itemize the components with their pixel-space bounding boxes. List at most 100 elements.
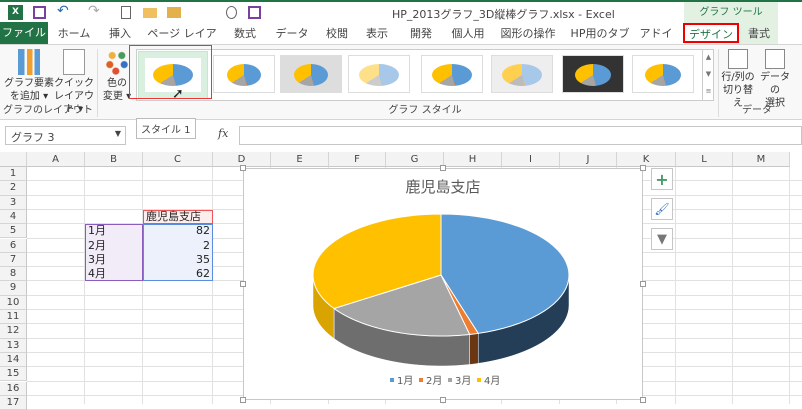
name-box[interactable]: グラフ 3 ▼ [5, 126, 126, 145]
group-label-layout: グラフのレイアウト [3, 105, 93, 116]
category-cell[interactable]: 2月 [85, 239, 109, 253]
color-palette-icon [105, 49, 129, 75]
column-header[interactable]: L [676, 152, 733, 167]
row-header[interactable]: 12 [0, 324, 27, 339]
resize-handle[interactable] [240, 281, 246, 287]
row-header[interactable]: 11 [0, 310, 27, 325]
new-file-icon[interactable] [121, 6, 131, 19]
resize-handle[interactable] [640, 397, 646, 403]
tooltip: スタイル 1 [136, 118, 196, 139]
add-chart-element-button[interactable]: グラフ要素 を追加 ▾ [2, 49, 56, 103]
chart-style-5-thumb[interactable] [421, 55, 483, 93]
value-cell[interactable]: 35 [143, 253, 213, 267]
resize-handle[interactable] [440, 397, 446, 403]
formula-input[interactable] [239, 126, 802, 145]
category-cell[interactable]: 4月 [85, 267, 109, 281]
chart-style-3-thumb[interactable] [280, 55, 342, 93]
row-header[interactable]: 5 [0, 224, 27, 239]
tab-view[interactable]: 表示 [360, 24, 394, 44]
value-cell[interactable]: 82 [143, 224, 213, 238]
save-icon[interactable] [33, 6, 46, 19]
column-header[interactable]: B [85, 152, 143, 167]
tab-developer[interactable]: 開発 [404, 24, 438, 44]
chart-title[interactable]: 鹿児島支店 [405, 178, 480, 196]
tab-hp[interactable]: HP用のタブ [567, 24, 633, 44]
row-header[interactable]: 4 [0, 209, 27, 225]
value-cell[interactable]: 2 [143, 239, 213, 253]
chart-style-6-thumb[interactable] [491, 55, 553, 93]
gallery-scroll-buttons[interactable]: ▲ ▼ ≡ [702, 49, 714, 101]
legend-label[interactable]: 3月 [455, 375, 471, 387]
tab-design[interactable]: デザイン [683, 23, 739, 43]
folder-icon[interactable] [167, 7, 181, 18]
chart-style-4-thumb[interactable] [348, 55, 410, 93]
tab-home[interactable]: ホーム [54, 24, 94, 44]
tab-formulas[interactable]: 数式 [228, 24, 262, 44]
tab-page-layout[interactable]: ページ レイアウト [146, 24, 218, 60]
legend-label[interactable]: 4月 [484, 375, 500, 387]
column-header[interactable]: G [386, 152, 444, 167]
row-header[interactable]: 15 [0, 367, 27, 382]
redo-icon[interactable]: ↷ [88, 3, 100, 19]
tab-data[interactable]: データ [272, 24, 312, 44]
value-cell[interactable]: 62 [143, 267, 213, 281]
row-header[interactable]: 14 [0, 352, 27, 368]
cell-c4[interactable]: 鹿児島支店 [143, 210, 204, 224]
tab-format[interactable]: 書式 [742, 24, 776, 44]
chart-styles-button[interactable]: 🖌 [651, 198, 673, 220]
resize-handle[interactable] [640, 165, 646, 171]
resize-handle[interactable] [440, 165, 446, 171]
row-header[interactable]: 8 [0, 267, 27, 282]
tab-insert[interactable]: 挿入 [103, 24, 137, 44]
legend-label[interactable]: 1月 [397, 375, 413, 387]
row-header[interactable]: 6 [0, 238, 27, 253]
group-label-data: データ [742, 105, 772, 116]
chart-style-2-thumb[interactable] [213, 55, 275, 93]
chart-style-8-thumb[interactable] [632, 55, 694, 93]
column-header[interactable]: J [560, 152, 617, 167]
resize-handle[interactable] [240, 165, 246, 171]
row-header[interactable]: 1 [0, 167, 27, 182]
customize-icon[interactable] [248, 6, 261, 19]
row-header[interactable]: 7 [0, 252, 27, 268]
tab-review[interactable]: 校閲 [320, 24, 354, 44]
row-header[interactable]: 2 [0, 181, 27, 196]
chart-filters-button[interactable]: ▼ [651, 228, 673, 250]
column-header[interactable]: F [329, 152, 386, 167]
resize-handle[interactable] [640, 281, 646, 287]
select-data-icon [765, 49, 785, 69]
column-header[interactable]: D [213, 152, 271, 167]
row-header[interactable]: 10 [0, 295, 27, 310]
print-preview-icon[interactable] [226, 6, 237, 19]
title-bar: X ↶ ↷ HP_2013グラフ_3D縦棒グラフ.xlsx - Excel グラ… [0, 0, 802, 24]
select-all-corner[interactable] [0, 152, 27, 167]
row-header[interactable]: 17 [0, 395, 27, 410]
tab-addins[interactable]: アドイン [636, 24, 676, 60]
category-cell[interactable]: 3月 [85, 253, 109, 267]
open-folder-icon[interactable] [143, 8, 157, 18]
column-header[interactable]: I [502, 152, 560, 167]
column-header[interactable]: C [143, 152, 213, 167]
formula-bar: グラフ 3▼ ✓ fx スタイル 1 [0, 118, 802, 148]
column-header[interactable]: K [617, 152, 676, 167]
chart-style-7-thumb[interactable] [562, 55, 624, 93]
row-header[interactable]: 13 [0, 338, 27, 353]
category-cell[interactable]: 1月 [85, 224, 109, 238]
tab-personal[interactable]: 個人用 [446, 24, 490, 44]
function-icon[interactable]: fx [218, 127, 228, 140]
legend-label[interactable]: 2月 [426, 375, 442, 387]
tab-shape-ops[interactable]: 図形の操作 [498, 24, 558, 44]
column-header[interactable]: A [27, 152, 85, 167]
row-header[interactable]: 16 [0, 381, 27, 396]
row-header[interactable]: 3 [0, 195, 27, 210]
pie-slice-side[interactable] [469, 333, 479, 365]
tab-file[interactable]: ファイル [0, 22, 48, 44]
column-header[interactable]: M [733, 152, 790, 167]
undo-icon[interactable]: ↶ [57, 3, 69, 19]
column-header[interactable]: H [444, 152, 502, 167]
chart-area[interactable]: 鹿児島支店 1月 2月 3月 4月 [240, 165, 646, 403]
row-header[interactable]: 9 [0, 281, 27, 296]
resize-handle[interactable] [240, 397, 246, 403]
column-header[interactable]: E [271, 152, 329, 167]
chart-elements-button[interactable]: + [651, 168, 673, 190]
